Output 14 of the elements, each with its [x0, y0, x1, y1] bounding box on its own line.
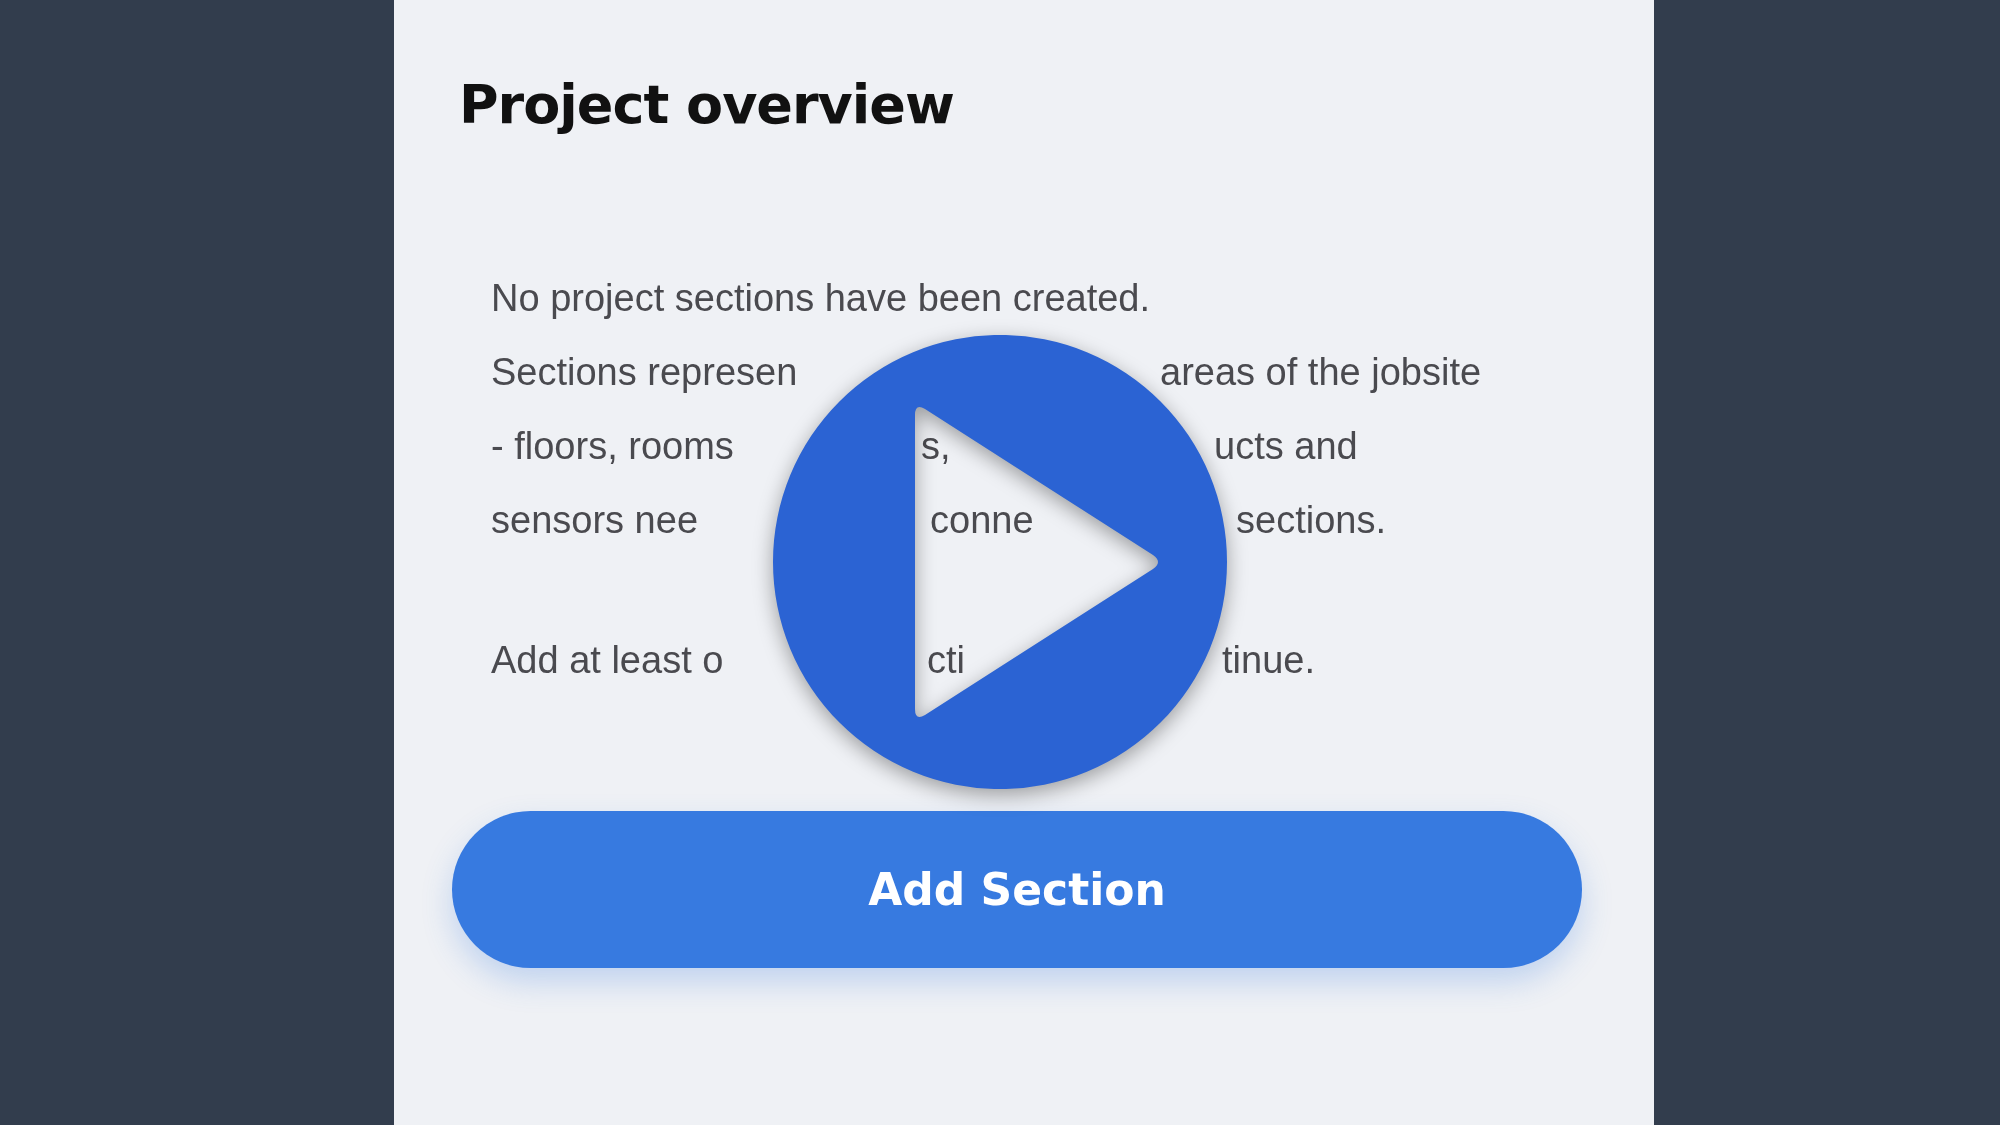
- body-text: - floors, rooms: [491, 424, 734, 468]
- body-text: sensors nee: [491, 498, 698, 542]
- page-title: Project overview: [459, 72, 954, 138]
- body-text: Add at least o: [491, 638, 724, 682]
- body-text: conne: [930, 498, 1034, 542]
- body-text: sections.: [1236, 498, 1386, 542]
- body-text: areas of the jobsite: [1160, 350, 1482, 394]
- body-text: cti: [927, 638, 965, 682]
- body-text: Sections represen: [491, 350, 798, 394]
- body-text: s,: [921, 424, 951, 468]
- add-section-button[interactable]: Add Section: [452, 811, 1582, 968]
- body-text: No project sections have been created.: [491, 276, 1151, 320]
- body-text: ucts and: [1214, 424, 1358, 468]
- body-text: tinue.: [1222, 638, 1315, 682]
